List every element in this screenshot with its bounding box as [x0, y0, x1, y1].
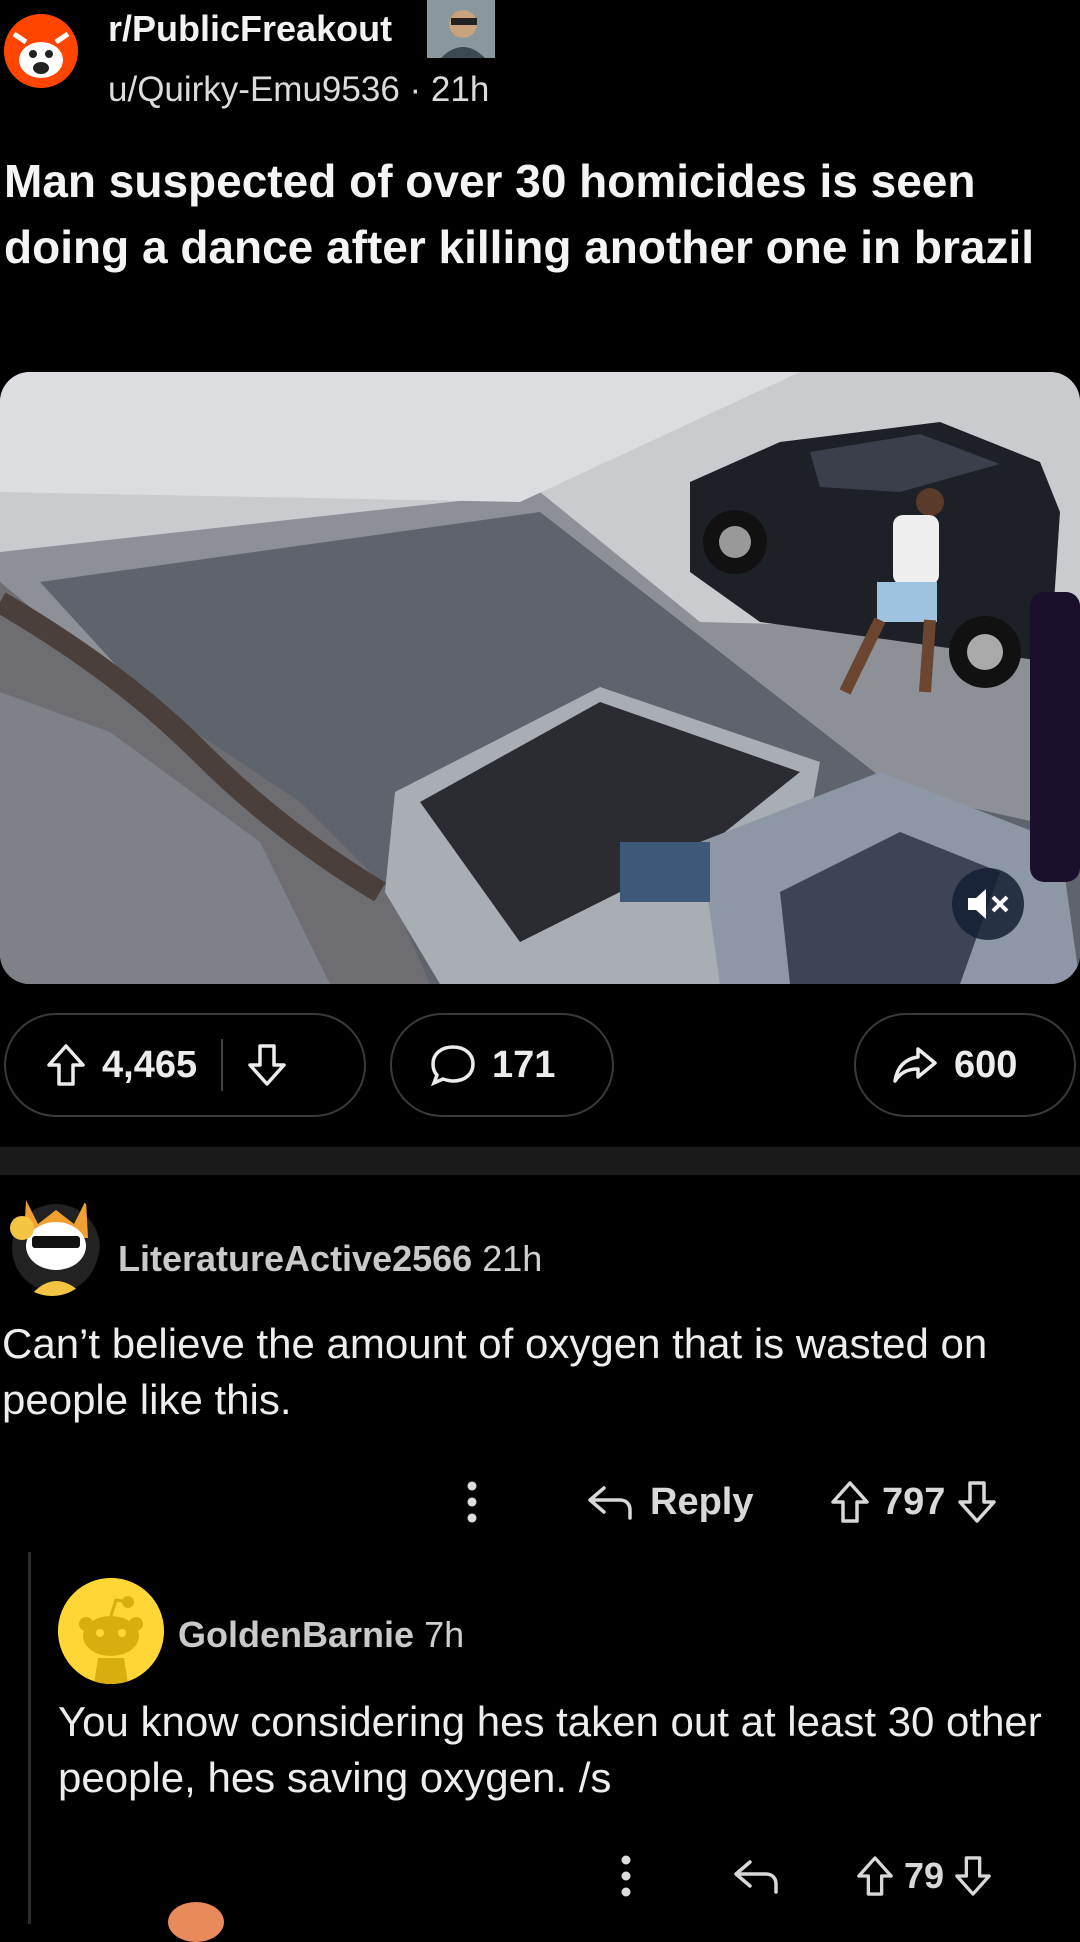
subreddit-name[interactable]: r/PublicFreakout: [108, 8, 392, 50]
comment-avatar[interactable]: [58, 1578, 164, 1684]
vertical-dots-icon[interactable]: [620, 1852, 632, 1900]
post-title[interactable]: Man suspected of over 30 homicides is se…: [4, 148, 1064, 280]
thread-line[interactable]: [28, 1552, 31, 1924]
subreddit-avatar-art: [4, 14, 78, 88]
share-arrow-icon: [892, 1045, 938, 1085]
comment-age: 21h: [482, 1238, 543, 1279]
comment-bubble-icon: [430, 1043, 476, 1087]
comment-body[interactable]: You know considering hes taken out at le…: [58, 1694, 1058, 1806]
post-video[interactable]: [0, 372, 1080, 984]
next-comment-avatar[interactable]: [168, 1902, 224, 1942]
meta-separator: ·: [409, 70, 431, 109]
comment-meta: LiteratureActive2566 21h: [118, 1238, 542, 1280]
comment-vote: 797: [830, 1478, 997, 1526]
post-author[interactable]: u/Quirky-Emu9536: [108, 70, 400, 109]
comment-meta: GoldenBarnie 7h: [178, 1614, 464, 1656]
comment-vote: 79: [856, 1852, 992, 1900]
vote-pill: 4,465: [4, 1013, 366, 1117]
upvote-arrow-icon[interactable]: [856, 1855, 894, 1897]
post-age: 21h: [430, 70, 490, 109]
share-count: 600: [954, 1043, 1018, 1086]
reply-label: Reply: [650, 1480, 754, 1523]
speaker-muted-icon: [966, 886, 1010, 922]
upvote-count: 4,465: [102, 1043, 198, 1086]
vote-separator: [221, 1039, 224, 1091]
comment-avatar[interactable]: [4, 1188, 100, 1296]
video-frame: [0, 372, 1080, 984]
snoo-placeholder-icon: [58, 1578, 164, 1684]
comment-username[interactable]: LiteratureActive2566: [118, 1238, 472, 1279]
section-divider: [0, 1147, 1080, 1175]
comment-score: 797: [882, 1480, 946, 1523]
reply-button[interactable]: Reply: [586, 1478, 753, 1526]
comment-body[interactable]: Can’t believe the amount of oxygen that …: [2, 1316, 1078, 1428]
comment-count: 171: [492, 1043, 556, 1086]
upvote-arrow-icon[interactable]: [830, 1480, 870, 1524]
post-meta: u/Quirky-Emu9536 · 21h: [108, 70, 489, 110]
share-button[interactable]: 600: [854, 1013, 1076, 1117]
comment-username[interactable]: GoldenBarnie: [178, 1614, 414, 1655]
downvote-arrow-icon[interactable]: [957, 1480, 997, 1524]
downvote-arrow-icon[interactable]: [247, 1043, 287, 1087]
vertical-dots-icon[interactable]: [466, 1478, 478, 1526]
reply-arrow-icon: [732, 1856, 780, 1896]
mute-button[interactable]: [952, 868, 1024, 940]
comment-score: 79: [904, 1855, 945, 1896]
subreddit-avatar[interactable]: [4, 14, 78, 88]
comments-button[interactable]: 171: [390, 1013, 614, 1117]
comment-age: 7h: [424, 1614, 465, 1655]
reply-button[interactable]: [732, 1852, 780, 1900]
downvote-arrow-icon[interactable]: [954, 1855, 992, 1897]
user-flair-image: [427, 0, 495, 58]
upvote-arrow-icon[interactable]: [46, 1043, 86, 1087]
reply-arrow-icon: [586, 1482, 634, 1522]
